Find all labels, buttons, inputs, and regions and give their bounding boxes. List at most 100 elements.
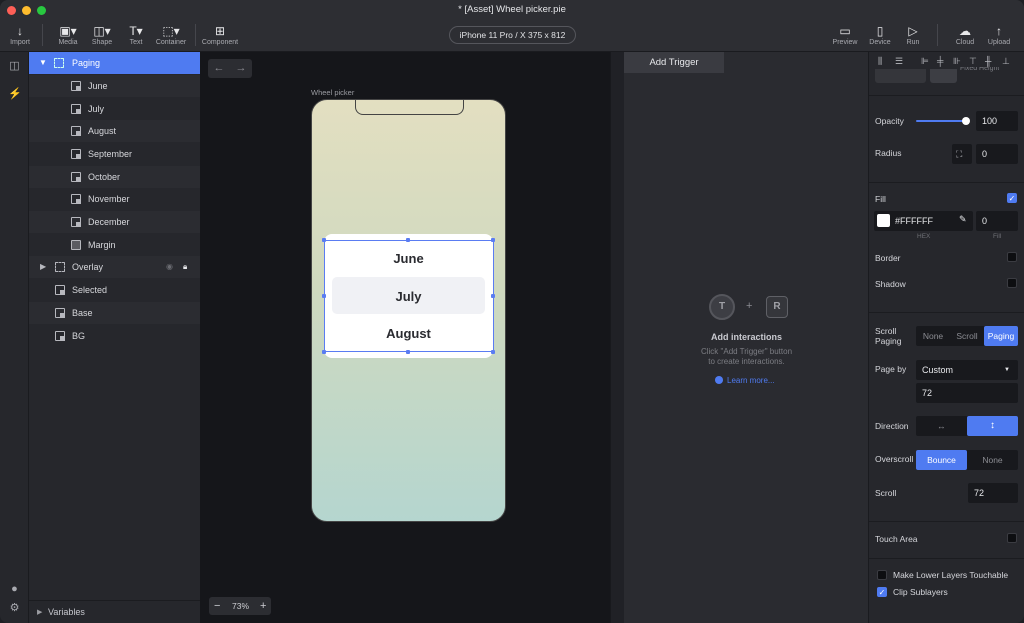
opacity-label: Opacity <box>875 116 904 126</box>
panel-splitter[interactable] <box>610 52 624 623</box>
resize-handle[interactable] <box>491 350 495 354</box>
lock-icon[interactable]: 🔒︎ <box>183 256 187 278</box>
add-trigger-button[interactable]: Add Trigger <box>624 52 724 73</box>
overscroll-none-option[interactable]: None <box>967 450 1018 470</box>
title-bar: * [Asset] Wheel picker.pie ↓ Import ▣▾ M… <box>0 0 1024 52</box>
radius-input[interactable]: 0 <box>976 144 1018 164</box>
layer-row-october[interactable]: October <box>29 166 200 188</box>
preview-button[interactable]: ▭ Preview <box>831 24 859 48</box>
layer-row-margin[interactable]: Margin <box>29 234 200 256</box>
distribute-horizontal-icon[interactable]: ⫼ <box>878 56 882 67</box>
layers-panel-icon[interactable]: ◫ <box>8 60 21 73</box>
corner-radius-icon[interactable]: ⛶ <box>952 144 972 164</box>
media-button[interactable]: ▣▾ Media <box>54 24 82 48</box>
import-button[interactable]: ↓ Import <box>6 24 34 48</box>
layer-row-june[interactable]: June <box>29 75 200 97</box>
upload-button[interactable]: ↑ Upload <box>985 24 1013 48</box>
back-arrow-icon[interactable]: ← <box>208 59 230 78</box>
cloud-button[interactable]: ☁ Cloud <box>951 24 979 48</box>
layer-row-august[interactable]: August <box>29 120 200 142</box>
align-bottom-icon[interactable]: ⊥ <box>1002 56 1010 67</box>
assets-panel-icon[interactable]: ⚡ <box>8 88 22 101</box>
overscroll-bounce-option[interactable]: Bounce <box>916 450 967 470</box>
hex-caption: HEX <box>917 233 931 240</box>
zoom-out-button[interactable]: − <box>214 597 220 615</box>
scroll-label: Scroll <box>875 488 897 498</box>
learn-more-link[interactable]: Learn more... <box>727 376 775 385</box>
chevron-right-icon[interactable]: ▶ <box>40 256 46 278</box>
make-lower-layers-checkbox[interactable] <box>877 570 887 580</box>
toolbar-separator <box>937 24 938 46</box>
preview-icon: ▭ <box>839 24 851 38</box>
shadow-checkbox[interactable] <box>1007 278 1017 288</box>
scroll-input[interactable]: 72 <box>968 483 1018 503</box>
frame-layer-icon <box>71 149 81 159</box>
opacity-slider-knob[interactable] <box>962 117 970 125</box>
align-right-icon[interactable]: ⊪ <box>953 56 961 67</box>
opacity-input[interactable]: 100 <box>976 111 1018 131</box>
shape-button[interactable]: ◫▾ Shape <box>88 24 116 48</box>
fill-checkbox[interactable]: ✓ <box>1007 193 1017 203</box>
resize-handle[interactable] <box>322 294 326 298</box>
page-by-label: Page by <box>875 364 907 374</box>
clip-sublayers-checkbox[interactable]: ✓ <box>877 587 887 597</box>
info-icon <box>715 376 723 384</box>
distribute-vertical-icon[interactable]: ☰ <box>895 56 903 67</box>
layer-row-base[interactable]: Base <box>29 302 200 324</box>
resize-handle[interactable] <box>491 294 495 298</box>
zoom-in-button[interactable]: + <box>260 597 266 615</box>
scroll-scroll-option[interactable]: Scroll <box>950 326 984 346</box>
eye-icon[interactable]: ◉ <box>166 256 173 278</box>
selection-box[interactable] <box>324 240 494 352</box>
shadow-label: Shadow <box>875 279 906 289</box>
layer-row-july[interactable]: July <box>29 98 200 120</box>
layer-row-paging[interactable]: ▼ Paging <box>29 52 200 74</box>
fixed-width-toggle[interactable] <box>875 69 926 83</box>
page-by-select[interactable]: Custom ▼ <box>916 360 1018 380</box>
page-size-input[interactable]: 72 <box>916 383 1018 403</box>
opacity-slider-track[interactable] <box>916 120 966 122</box>
add-interactions-heading: Add interactions <box>710 332 782 342</box>
chevron-down-icon[interactable]: ▼ <box>39 52 47 74</box>
device-button[interactable]: ▯ Device <box>866 24 894 48</box>
component-button[interactable]: ⊞ Component <box>200 24 240 48</box>
resize-handle[interactable] <box>406 350 410 354</box>
plus-icon: + <box>746 300 753 312</box>
align-top-icon[interactable]: ⊤ <box>969 56 977 67</box>
resize-handle[interactable] <box>322 238 326 242</box>
layer-row-bg[interactable]: BG <box>29 325 200 347</box>
fixed-height-toggle[interactable] <box>930 69 957 83</box>
fill-opacity-input[interactable]: 0 <box>976 211 1018 231</box>
scroll-paging-option[interactable]: Paging <box>984 326 1018 346</box>
vertical-direction-icon[interactable]: ↕ <box>967 416 1018 436</box>
border-checkbox[interactable] <box>1007 252 1017 262</box>
gear-icon[interactable]: ⚙ <box>8 602 21 615</box>
resize-handle[interactable] <box>491 238 495 242</box>
layer-row-september[interactable]: September <box>29 143 200 165</box>
forward-arrow-icon[interactable]: → <box>230 59 252 78</box>
frame-layer-icon <box>71 194 81 204</box>
run-button[interactable]: ▷ Run <box>899 24 927 48</box>
text-button[interactable]: T▾ Text <box>122 24 150 48</box>
fill-color-swatch[interactable] <box>877 214 890 227</box>
container-button[interactable]: ⬚▾ Container <box>154 24 188 48</box>
resize-handle[interactable] <box>322 350 326 354</box>
align-center-icon[interactable]: ╪ <box>937 56 943 66</box>
frame-layer-icon <box>55 331 65 341</box>
layer-row-selected[interactable]: Selected <box>29 279 200 301</box>
dropdown-arrow-icon: ▼ <box>1004 367 1010 373</box>
resize-handle[interactable] <box>406 238 410 242</box>
direction-label: Direction <box>875 421 909 431</box>
align-left-icon[interactable]: ⊫ <box>921 56 929 67</box>
scroll-none-option[interactable]: None <box>916 326 950 346</box>
account-icon[interactable]: ● <box>8 583 21 596</box>
horizontal-direction-icon[interactable]: ↔ <box>916 416 967 436</box>
eyedropper-icon[interactable]: ✎ <box>959 214 967 225</box>
align-middle-icon[interactable]: ╫ <box>985 56 991 66</box>
layer-row-december[interactable]: December <box>29 211 200 233</box>
touch-area-checkbox[interactable] <box>1007 533 1017 543</box>
layer-row-overlay[interactable]: ▶ Overlay ◉ 🔒︎ <box>29 256 200 278</box>
variables-section[interactable]: ▶ Variables <box>29 600 200 623</box>
layer-row-november[interactable]: November <box>29 188 200 210</box>
device-selector[interactable]: iPhone 11 Pro / X 375 x 812 <box>449 26 576 44</box>
